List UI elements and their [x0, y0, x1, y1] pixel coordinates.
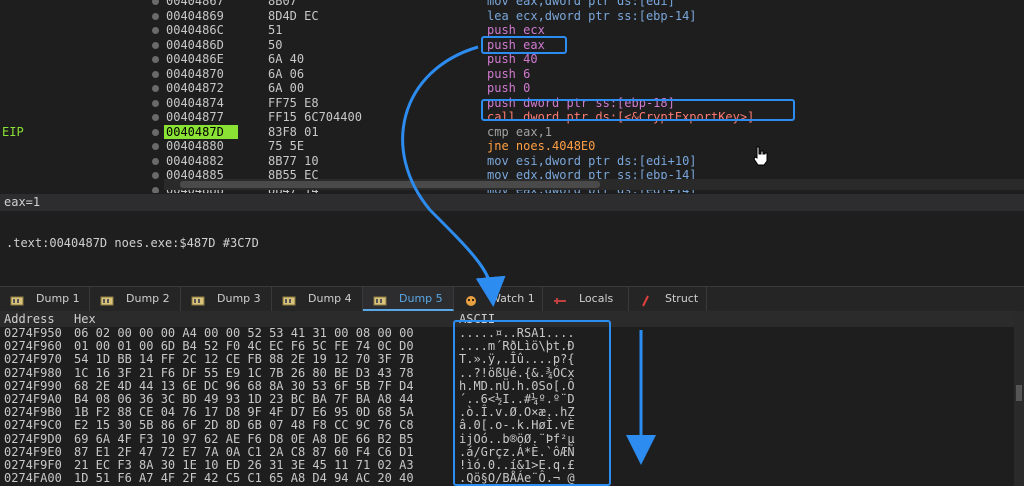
hand-cursor-icon	[753, 146, 768, 166]
annotation-arrows	[401, 45, 656, 465]
arrow-to-ascii-dump	[401, 45, 506, 307]
